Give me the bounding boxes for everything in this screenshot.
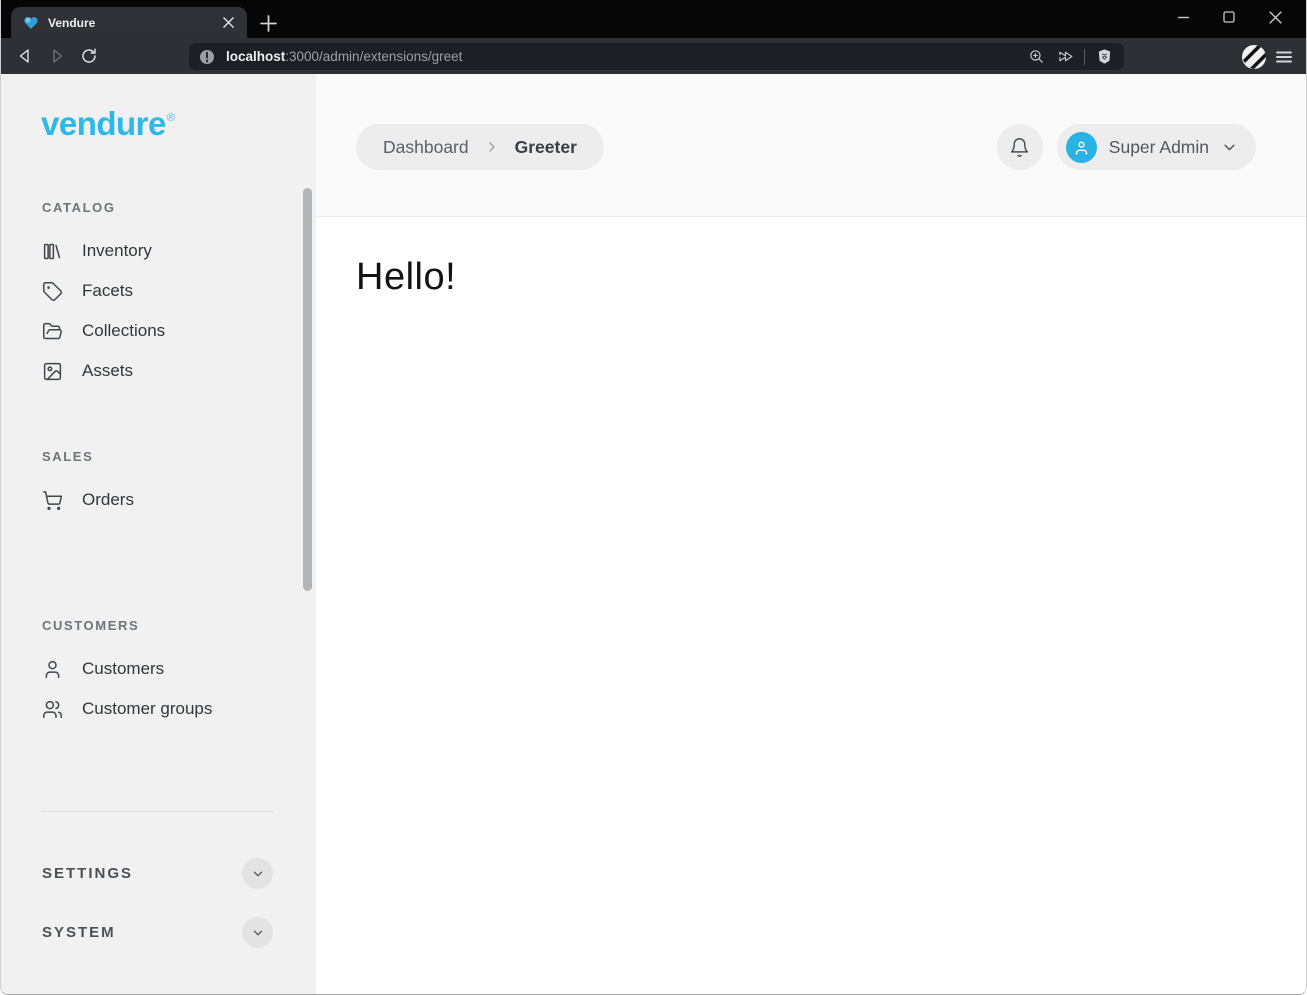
window-controls — [1160, 0, 1298, 34]
sidebar: vendure® CATALOG Inventory Facets — [1, 74, 316, 994]
main-area: Dashboard Greeter — [316, 74, 1306, 994]
sidebar-item-collections[interactable]: Collections — [42, 311, 316, 351]
folder-icon — [42, 321, 63, 342]
sidebar-scrollbar[interactable] — [303, 188, 312, 591]
logo-text: vendure — [41, 105, 166, 142]
breadcrumb-current-page: Greeter — [515, 137, 577, 158]
settings-expand-button[interactable] — [242, 858, 273, 889]
url-path: :3000/admin/extensions/greet — [285, 49, 462, 64]
hamburger-menu-icon[interactable] — [1270, 43, 1298, 71]
sidebar-item-orders[interactable]: Orders — [42, 480, 316, 520]
page-header: Dashboard Greeter — [316, 74, 1306, 217]
zoom-icon[interactable] — [1026, 47, 1046, 67]
tag-icon — [42, 281, 63, 302]
brave-shield-icon[interactable] — [1094, 47, 1114, 67]
image-icon — [42, 361, 63, 382]
sidebar-divider — [42, 811, 273, 812]
logo-trademark: ® — [167, 112, 175, 124]
greeting-heading: Hello! — [356, 256, 1306, 299]
sidebar-section-system[interactable]: SYSTEM — [42, 917, 273, 948]
bell-icon — [1009, 137, 1030, 158]
vendure-favicon-icon — [23, 15, 39, 31]
sidebar-item-label: Collections — [82, 321, 165, 341]
sidebar-item-inventory[interactable]: Inventory — [42, 231, 316, 271]
browser-tab-vendure[interactable]: Vendure — [11, 7, 247, 38]
sidebar-section-settings[interactable]: SETTINGS — [42, 858, 273, 889]
forward-icon[interactable] — [45, 44, 69, 68]
user-name: Super Admin — [1109, 137, 1209, 158]
library-icon — [42, 241, 63, 262]
sidebar-item-customers[interactable]: Customers — [42, 649, 316, 689]
tab-title: Vendure — [48, 16, 210, 30]
chevron-down-icon — [1221, 139, 1238, 156]
sidebar-item-assets[interactable]: Assets — [42, 351, 316, 391]
browser-window: Vendure — [0, 0, 1307, 995]
settings-label: SETTINGS — [42, 865, 133, 882]
system-expand-button[interactable] — [242, 917, 273, 948]
user-avatar — [1066, 132, 1097, 163]
site-info-icon[interactable] — [197, 47, 217, 67]
cart-icon — [42, 490, 63, 511]
tab-strip: Vendure — [1, 0, 1306, 38]
sidebar-item-facets[interactable]: Facets — [42, 271, 316, 311]
chevron-down-icon — [251, 926, 265, 940]
sidebar-item-customer-groups[interactable]: Customer groups — [42, 689, 316, 729]
vendure-logo[interactable]: vendure® — [41, 107, 316, 140]
breadcrumb: Dashboard Greeter — [356, 124, 604, 170]
header-actions: Super Admin — [997, 124, 1256, 170]
address-bar[interactable]: localhost:3000/admin/extensions/greet — [189, 43, 1124, 70]
url-host: localhost — [226, 49, 285, 64]
new-tab-icon[interactable] — [257, 12, 279, 34]
minimize-icon[interactable] — [1160, 0, 1206, 34]
sidebar-item-label: Inventory — [82, 241, 152, 261]
nav-section-customers: CUSTOMERS — [42, 618, 316, 633]
person-icon — [1073, 139, 1090, 156]
notifications-button[interactable] — [997, 124, 1043, 170]
sidebar-item-label: Facets — [82, 281, 133, 301]
nav-section-catalog: CATALOG — [42, 200, 316, 215]
vendure-admin-app: vendure® CATALOG Inventory Facets — [1, 74, 1306, 994]
user-icon — [42, 659, 63, 680]
sidebar-item-label: Customer groups — [82, 699, 212, 719]
back-icon[interactable] — [13, 44, 37, 68]
maximize-icon[interactable] — [1206, 0, 1252, 34]
sidebar-item-label: Orders — [82, 490, 134, 510]
url-text: localhost:3000/admin/extensions/greet — [226, 49, 1017, 64]
toolbar-divider — [1084, 49, 1085, 65]
refresh-icon[interactable] — [77, 44, 101, 68]
user-menu-button[interactable]: Super Admin — [1057, 124, 1256, 170]
sidebar-item-label: Assets — [82, 361, 133, 381]
share-icon[interactable] — [1055, 47, 1075, 67]
window-close-icon[interactable] — [1252, 0, 1298, 34]
sidebar-nav: CATALOG Inventory Facets — [1, 200, 316, 729]
breadcrumb-dashboard-link[interactable]: Dashboard — [383, 137, 469, 158]
system-label: SYSTEM — [42, 924, 116, 941]
browser-toolbar: localhost:3000/admin/extensions/greet — [1, 38, 1306, 74]
tab-close-icon[interactable] — [219, 14, 237, 32]
nav-section-sales: SALES — [42, 449, 316, 464]
chevron-right-icon — [484, 139, 500, 155]
page-content: Hello! — [316, 217, 1306, 994]
sidebar-item-label: Customers — [82, 659, 164, 679]
users-icon — [42, 699, 63, 720]
chevron-down-icon — [251, 867, 265, 881]
profile-avatar-icon[interactable] — [1240, 43, 1268, 71]
